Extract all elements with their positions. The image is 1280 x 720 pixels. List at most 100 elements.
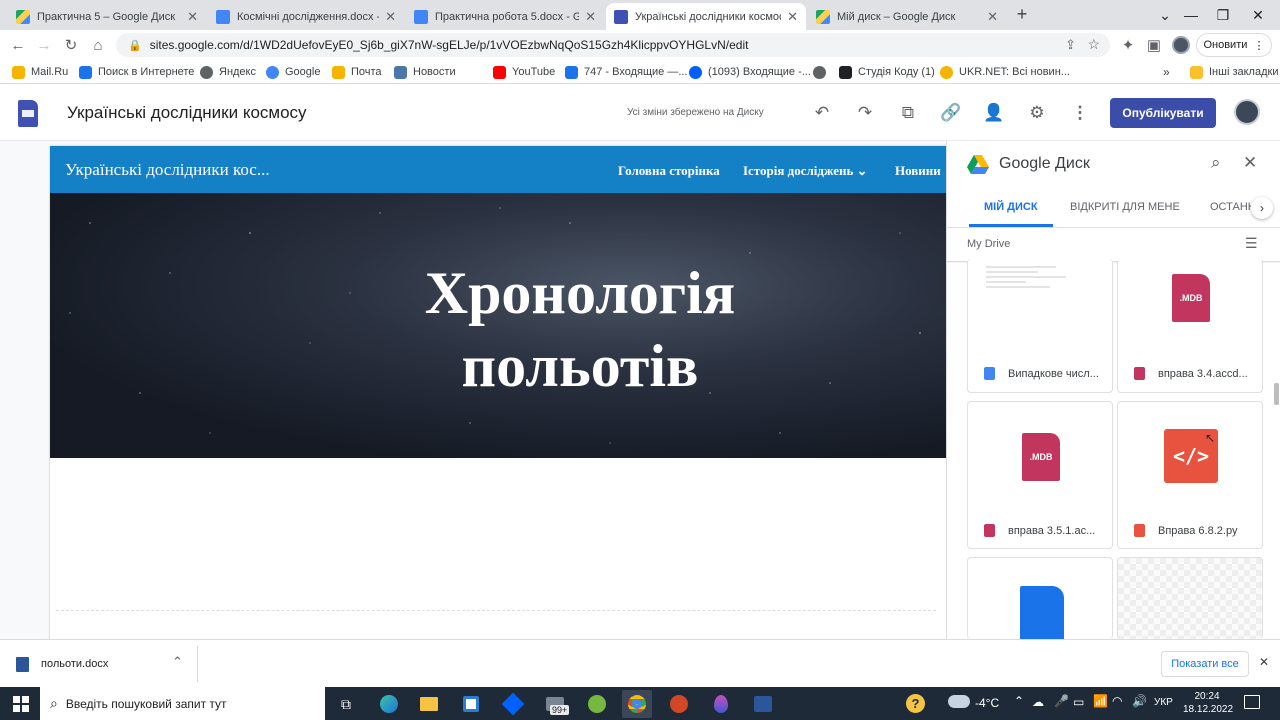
address-bar[interactable]: 🔒 sites.google.com/d/1WD2dUefovEyE0_Sj6b… bbox=[116, 33, 1110, 57]
publish-button[interactable]: Опублікувати bbox=[1110, 98, 1216, 128]
update-browser-button[interactable]: Оновити ⋮ bbox=[1196, 33, 1272, 57]
battery-icon[interactable]: ▭ bbox=[1073, 695, 1084, 709]
preview-devices-icon[interactable]: ⧉ bbox=[894, 99, 922, 127]
list-view-icon[interactable]: ☰ bbox=[1245, 235, 1258, 252]
youtube-icon bbox=[493, 65, 506, 79]
link-icon[interactable]: 🔗 bbox=[937, 99, 965, 127]
edge-icon[interactable] bbox=[374, 690, 404, 718]
help-icon[interactable]: ? bbox=[906, 694, 925, 713]
paint-drop-icon[interactable] bbox=[706, 690, 736, 718]
microphone-icon[interactable]: 🎤 bbox=[1054, 694, 1069, 708]
add-person-icon[interactable]: 👤 bbox=[980, 99, 1008, 127]
download-file-name[interactable]: польоти.docx bbox=[41, 658, 108, 670]
volume-icon[interactable]: 🔊 bbox=[1132, 694, 1147, 708]
store-icon[interactable] bbox=[456, 690, 486, 718]
file-card-blank[interactable] bbox=[1117, 557, 1263, 639]
other-bookmarks[interactable]: Інші закладки bbox=[1190, 63, 1278, 81]
browser-tab-active[interactable]: Українські дослідники космосу ✕ bbox=[606, 3, 806, 30]
new-tab-icon[interactable]: + bbox=[1012, 4, 1032, 26]
back-icon[interactable]: ← bbox=[5, 30, 31, 60]
network-icon[interactable]: 📶 bbox=[1093, 694, 1108, 708]
more-vert-icon[interactable]: ⋮ bbox=[1066, 99, 1094, 127]
dropbox-icon[interactable] bbox=[498, 690, 528, 718]
file-explorer-icon[interactable] bbox=[414, 690, 444, 718]
bookmark-item[interactable]: Mail.Ru bbox=[12, 63, 68, 81]
utorrent-icon[interactable] bbox=[582, 690, 612, 718]
tab-title: Практична 5 – Google Диск bbox=[37, 10, 176, 23]
bookmark-item[interactable]: YouTube bbox=[493, 63, 555, 81]
chevron-up-icon[interactable]: ⌃ bbox=[172, 654, 183, 670]
bookmark-item[interactable]: Новости bbox=[394, 63, 456, 81]
bookmark-item[interactable]: 747 - Входящие —... bbox=[565, 63, 688, 81]
home-icon[interactable]: ⌂ bbox=[85, 30, 111, 60]
ukrnet-icon bbox=[940, 65, 953, 79]
windows-start-icon[interactable] bbox=[6, 690, 36, 718]
close-tab-icon[interactable]: ✕ bbox=[187, 9, 198, 25]
close-window-icon[interactable]: ✕ bbox=[1236, 0, 1280, 30]
tab-shared-with-me[interactable]: ВІДКРИТІ ДЛЯ МЕНЕ bbox=[1070, 201, 1180, 213]
profile-avatar[interactable] bbox=[1172, 36, 1190, 54]
browser-tab[interactable]: Мій диск – Google Диск ✕ bbox=[808, 3, 1006, 30]
breadcrumb[interactable]: My Drive bbox=[967, 238, 1010, 250]
bookmark-item[interactable]: (1093) Входящие -... bbox=[689, 63, 811, 81]
file-card[interactable]: </> Вправа 6.8.2.py ↖ bbox=[1117, 401, 1263, 549]
weather-temp[interactable]: -4°C bbox=[975, 696, 999, 710]
task-view-icon[interactable]: ⧉ bbox=[331, 690, 361, 718]
cloud-icon[interactable]: ☁ bbox=[1032, 695, 1044, 709]
bookmark-item[interactable]: Google bbox=[266, 63, 320, 81]
nav-item-history[interactable]: Історія досліджень ⌄ bbox=[743, 163, 868, 179]
hero-banner[interactable]: Хронологія польотів bbox=[50, 193, 946, 458]
chevron-right-icon[interactable]: › bbox=[1251, 197, 1273, 219]
file-card[interactable]: .MDB вправа 3.5.1.ac... bbox=[967, 401, 1113, 549]
nav-item-home[interactable]: Головна сторінка bbox=[618, 163, 720, 179]
powerpoint-icon[interactable] bbox=[664, 690, 694, 718]
taskbar-search-box[interactable]: ⌕ Введіть пошуковий запит тут bbox=[40, 687, 325, 720]
scrollbar[interactable] bbox=[1274, 383, 1279, 405]
close-tab-icon[interactable]: ✕ bbox=[787, 9, 798, 25]
undo-icon[interactable]: ↶ bbox=[808, 99, 836, 127]
show-all-button[interactable]: Показати все bbox=[1161, 651, 1249, 677]
browser-tab[interactable]: Космічні дослідження.docx - Go ✕ bbox=[208, 3, 404, 30]
forward-icon[interactable]: → bbox=[31, 30, 57, 60]
close-tab-icon[interactable]: ✕ bbox=[987, 9, 998, 25]
browser-tab[interactable]: Практична робота 5.docx - Goo ✕ bbox=[406, 3, 604, 30]
share-icon[interactable]: ⇪ bbox=[1065, 37, 1076, 53]
file-card[interactable]: Випадкове числ... bbox=[967, 259, 1113, 393]
site-doc-title[interactable]: Українські дослідники космосу bbox=[67, 103, 307, 123]
language-indicator[interactable]: УКР bbox=[1154, 697, 1173, 708]
close-icon[interactable]: ✕ bbox=[1243, 153, 1257, 173]
clock[interactable]: 20:24 18.12.2022 bbox=[1183, 690, 1233, 716]
browser-tab[interactable]: Практична 5 – Google Диск ✕ bbox=[8, 3, 206, 30]
bookmark-item[interactable] bbox=[813, 63, 832, 81]
bookmark-item[interactable]: Поиск в Интернете bbox=[79, 63, 194, 81]
bookmark-item[interactable]: Почта bbox=[332, 63, 382, 81]
settings-gear-icon[interactable]: ⚙ bbox=[1023, 99, 1051, 127]
file-card[interactable]: .MDB вправа 3.4.accd... bbox=[1117, 259, 1263, 393]
notifications-icon[interactable] bbox=[1244, 695, 1260, 709]
bookmarks-bar: Mail.Ru Поиск в Интернете Яндекс Google … bbox=[0, 60, 1280, 84]
site-nav-title[interactable]: Українські дослідники кос... bbox=[65, 160, 270, 180]
bookmark-star-icon[interactable]: ☆ bbox=[1087, 36, 1100, 53]
bookmarks-more-icon[interactable]: » bbox=[1163, 63, 1170, 81]
redo-icon[interactable]: ↷ bbox=[851, 99, 879, 127]
search-icon[interactable]: ⌕ bbox=[1211, 153, 1221, 173]
close-icon[interactable]: ✕ bbox=[1259, 655, 1269, 669]
file-card[interactable] bbox=[967, 557, 1113, 640]
chrome-icon[interactable] bbox=[622, 690, 652, 718]
word-icon[interactable] bbox=[748, 690, 778, 718]
close-tab-icon[interactable]: ✕ bbox=[385, 9, 396, 25]
tab-my-drive[interactable]: МІЙ ДИСК bbox=[984, 201, 1038, 213]
close-tab-icon[interactable]: ✕ bbox=[585, 9, 596, 25]
wifi-icon[interactable]: ◠ bbox=[1112, 694, 1122, 708]
chevron-up-icon[interactable]: ⌃ bbox=[1014, 694, 1024, 708]
bookmark-item[interactable]: UKR.NET: Всі новин... bbox=[940, 63, 1070, 81]
sites-logo-icon[interactable] bbox=[18, 100, 38, 127]
extensions-icon[interactable]: ✦ bbox=[1115, 30, 1141, 60]
mail-icon[interactable]: 99+ bbox=[540, 690, 570, 718]
account-avatar[interactable] bbox=[1234, 99, 1260, 125]
reload-icon[interactable]: ↻ bbox=[58, 30, 84, 60]
nav-item-news[interactable]: Новини bbox=[895, 163, 946, 179]
bookmark-item[interactable]: Студія Коду (1) bbox=[839, 63, 935, 81]
sidepanel-icon[interactable]: ▣ bbox=[1141, 30, 1167, 60]
bookmark-item[interactable]: Яндекс bbox=[200, 63, 256, 81]
